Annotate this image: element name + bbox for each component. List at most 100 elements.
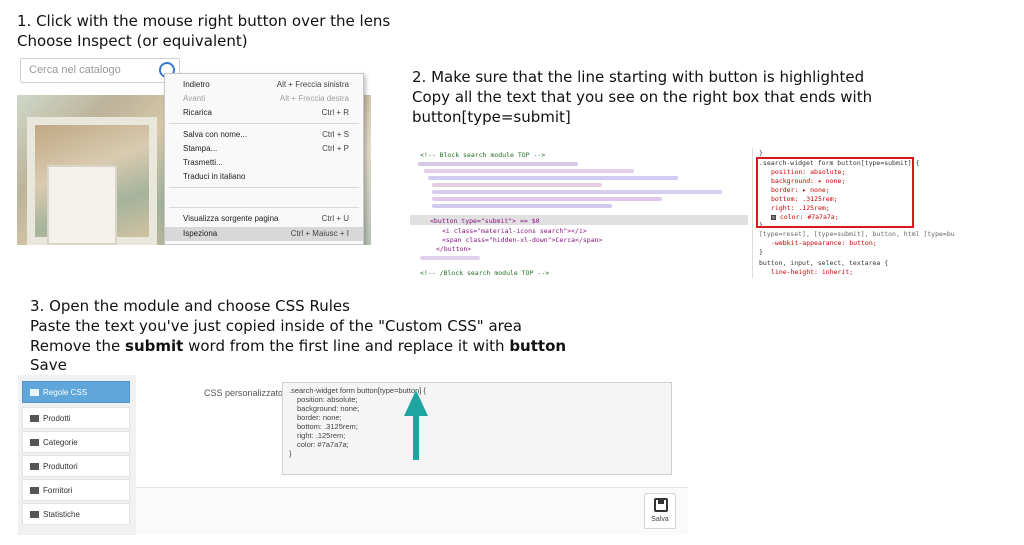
step3-line4: Save: [30, 356, 67, 374]
css-line: .search-widget form button[type=button] …: [289, 386, 426, 395]
save-button-label: Salva: [651, 516, 669, 523]
menu-item-label: Avanti: [183, 94, 206, 103]
step1-line2: Choose Inspect (or equivalent): [17, 32, 248, 50]
custom-css-textarea[interactable]: .search-widget form button[type=button] …: [282, 382, 672, 475]
context-menu-item-view-source[interactable]: Visualizza sorgente pagina Ctrl + U: [165, 212, 363, 226]
menu-separator: [169, 187, 359, 188]
icon-element-line[interactable]: <i class="material-icons search"></i>: [442, 227, 587, 235]
truck-icon: [30, 487, 39, 494]
rule2-prop: -webkit-appearance: button;: [771, 239, 877, 247]
floppy-disk-icon: [654, 498, 668, 512]
context-menu-item-translate[interactable]: Traduci in italiano: [165, 170, 363, 184]
menu-item-shortcut: Ctrl + R: [321, 108, 349, 117]
styles-panel: } .search-widget form button[type=submit…: [752, 148, 955, 278]
sidebar-item-suppliers[interactable]: Fornitori: [22, 479, 130, 501]
module-screenshot: Regole CSS Prodotti Categorie Produttori…: [18, 375, 688, 535]
browser-screenshot: Cerca nel catalogo Indietro Alt + Frecci…: [17, 55, 371, 245]
context-menu-item-cast[interactable]: Trasmetti...: [165, 156, 363, 170]
sidebar-item-statistics[interactable]: Statistiche: [22, 503, 130, 525]
tag-icon: [30, 439, 39, 446]
menu-item-shortcut: Ctrl + Maiusc + I: [290, 229, 349, 238]
menu-item-label: Trasmetti...: [183, 158, 223, 167]
menu-item-label: Ricarica: [183, 108, 212, 117]
context-menu-item-reload[interactable]: Ricarica Ctrl + R: [165, 106, 363, 120]
sidebar-item-label: Prodotti: [43, 414, 71, 423]
module-sidebar: Regole CSS Prodotti Categorie Produttori…: [22, 381, 130, 535]
rule-prev-close: }: [759, 149, 763, 157]
html-comment-open: <!-- Block search module TOP -->: [420, 151, 546, 159]
devtools-screenshot: <!-- Block search module TOP --> <button…: [410, 148, 955, 278]
module-footer: Salva: [136, 487, 688, 535]
sidebar-item-label: Produttori: [43, 462, 78, 471]
custom-css-label: CSS personalizzato: [204, 388, 284, 398]
rule2-selector: [type=reset], [type=submit], button, htm…: [759, 230, 955, 238]
context-menu-item-save-as[interactable]: Salva con nome... Ctrl + S: [165, 128, 363, 142]
step3-line2: Paste the text you've just copied inside…: [30, 317, 522, 335]
sidebar-item-products[interactable]: Prodotti: [22, 407, 130, 429]
blurred-line: [432, 183, 602, 187]
sidebar-item-categories[interactable]: Categorie: [22, 431, 130, 453]
blurred-line: [418, 162, 578, 166]
css-line: border: none;: [297, 413, 342, 422]
rule3-prop: line-height: inherit;: [771, 268, 854, 276]
context-menu-item-back[interactable]: Indietro Alt + Freccia sinistra: [165, 78, 363, 92]
module-main-panel: CSS personalizzato .search-widget form b…: [136, 375, 688, 535]
context-menu-item-forward: Avanti Alt + Freccia destra: [165, 92, 363, 106]
css-line: bottom: .3125rem;: [297, 422, 358, 431]
span-element-line[interactable]: <span class="hidden-xl-down">Cerca</span…: [442, 236, 602, 244]
save-button[interactable]: Salva: [644, 493, 676, 529]
sidebar-item-manufacturers[interactable]: Produttori: [22, 455, 130, 477]
blurred-line: [432, 204, 612, 208]
step2-line1: 2. Make sure that the line starting with…: [412, 68, 865, 86]
sidebar-item-label: Statistiche: [43, 510, 80, 519]
sidebar-item-css-rules[interactable]: Regole CSS: [22, 381, 130, 403]
menu-separator: [169, 123, 359, 124]
css-line: color: #7a7a7a;: [297, 440, 349, 449]
blurred-line: [428, 176, 678, 180]
stats-icon: [30, 511, 39, 518]
css-line: right: .125rem;: [297, 431, 346, 440]
menu-item-label: Ispeziona: [183, 229, 218, 238]
button-close-tag[interactable]: </button>: [436, 245, 471, 253]
step1-line1: 1. Click with the mouse right button ove…: [17, 12, 391, 30]
step3-word-submit: submit: [125, 337, 184, 355]
context-menu-item-print[interactable]: Stampa... Ctrl + P: [165, 142, 363, 156]
sidebar-item-label: Fornitori: [43, 486, 73, 495]
menu-separator: [169, 207, 359, 208]
sidebar-item-label: Categorie: [43, 438, 78, 447]
menu-item-label: Indietro: [183, 80, 210, 89]
blurred-line: [432, 190, 722, 194]
blurred-line: [420, 256, 480, 260]
elements-panel: <!-- Block search module TOP --> <button…: [410, 148, 748, 278]
list-icon: [30, 415, 39, 422]
highlight-box: [756, 157, 914, 228]
context-menu-item-inspect[interactable]: Ispeziona Ctrl + Maiusc + I: [165, 227, 363, 241]
css-icon: [30, 389, 39, 396]
up-arrow-icon: [404, 390, 428, 460]
menu-item-label: Salva con nome...: [183, 130, 248, 139]
search-bar[interactable]: Cerca nel catalogo: [20, 58, 180, 83]
step2-line3: button[type=submit]: [412, 108, 571, 126]
sidebar-item-label: Regole CSS: [43, 388, 88, 397]
step3-line3: Remove the submit word from the first li…: [30, 336, 566, 356]
css-line: background: none;: [297, 404, 360, 413]
menu-item-shortcut: Alt + Freccia destra: [279, 94, 349, 103]
html-comment-close: <!-- /Block search module TOP -->: [420, 269, 550, 277]
step3-line3-mid: word from the first line and replace it …: [183, 337, 510, 355]
search-input[interactable]: Cerca nel catalogo: [29, 64, 121, 76]
step3-line1: 3. Open the module and choose CSS Rules: [30, 297, 350, 315]
rule3-selector: button, input, select, textarea {: [759, 259, 889, 267]
menu-item-label: Traduci in italiano: [183, 172, 246, 181]
step2-line2: Copy all the text that you see on the ri…: [412, 88, 873, 106]
menu-item-shortcut: Ctrl + P: [322, 144, 349, 153]
step3-word-button: button: [509, 337, 567, 355]
blurred-line: [424, 169, 634, 173]
context-menu: Indietro Alt + Freccia sinistra Avanti A…: [164, 73, 364, 245]
step3-line3-pre: Remove the: [30, 337, 126, 355]
frame-matte: [47, 165, 117, 245]
rule2-close: }: [759, 248, 763, 256]
menu-item-shortcut: Ctrl + S: [322, 130, 349, 139]
button-open-tag[interactable]: <button type="submit"> == $0: [430, 217, 540, 225]
menu-item-label: Visualizza sorgente pagina: [183, 214, 279, 223]
css-line: }: [289, 449, 292, 458]
